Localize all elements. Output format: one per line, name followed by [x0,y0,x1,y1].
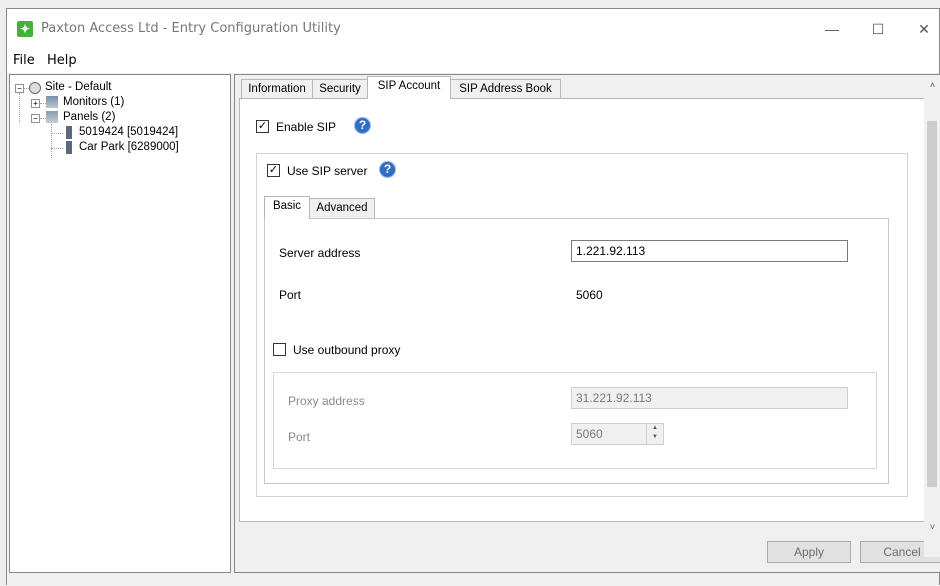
globe-icon [29,82,41,94]
title-bar: ✦ Paxton Access Ltd - Entry Configuratio… [7,9,939,49]
panels-icon [46,111,58,123]
apply-button[interactable]: Apply [767,541,851,563]
collapse-panels-expander[interactable]: − [31,114,40,123]
enable-sip-checkbox[interactable]: ✓ [256,120,269,133]
help-icon[interactable]: ? [354,117,371,134]
tree-node-panel-1[interactable]: 5019424 [5019424] [79,126,178,138]
proxy-port-value: 5060 [576,427,603,441]
collapse-site-expander[interactable]: − [15,84,24,93]
status-bar [7,575,939,586]
tab-basic[interactable]: Basic [264,196,310,219]
tab-sip-account[interactable]: SIP Account [367,76,451,99]
stepper-arrows-icon: ▲ ▼ [646,424,663,444]
maximize-button[interactable]: ☐ [858,15,898,43]
outbound-proxy-checkbox[interactable] [273,343,286,356]
menu-help[interactable]: Help [47,53,77,68]
minimize-button[interactable]: — [812,15,852,43]
scroll-up-icon[interactable]: ˄ [924,77,940,93]
enable-sip-label: Enable SIP [276,120,337,134]
tree-node-panels[interactable]: Panels (2) [63,111,115,123]
menu-bar: File Help [7,49,939,73]
outbound-proxy-label: Use outbound proxy [293,343,401,357]
panel-device-icon [66,141,72,154]
tab-information[interactable]: Information [241,79,313,98]
proxy-port-label: Port [288,430,311,444]
menu-file[interactable]: File [13,53,35,68]
use-sip-server-checkbox[interactable]: ✓ [267,164,280,177]
sip-server-group: ✓ Use SIP server ? Basic Advanced Server… [256,153,908,497]
proxy-port-stepper: 5060 ▲ ▼ [571,423,664,445]
tab-security[interactable]: Security [312,79,368,98]
server-address-input[interactable]: 1.221.92.113 [571,240,848,262]
site-tree[interactable]: − Site - Default + Monitors (1) − Panels… [9,74,231,573]
tree-node-monitors[interactable]: Monitors (1) [63,96,124,108]
tree-node-site[interactable]: Site - Default [45,81,111,93]
sip-account-page: ✓ Enable SIP ? ✓ Use SIP server ? Basic … [239,98,938,522]
panel-device-icon [66,126,72,139]
basic-tab-page: Server address 1.221.92.113 Port 5060 Us… [264,218,889,484]
settings-pane: Information Security SIP Account SIP Add… [234,74,940,573]
tree-node-panel-2[interactable]: Car Park [6289000] [79,141,179,153]
expand-monitors-expander[interactable]: + [31,99,40,108]
app-icon: ✦ [17,21,33,37]
scroll-thumb[interactable] [927,121,937,487]
proxy-settings-group: Proxy address 31.221.92.113 Port 5060 ▲ ▼ [273,372,877,469]
proxy-address-input: 31.221.92.113 [571,387,848,409]
proxy-address-label: Proxy address [288,394,365,408]
tab-sip-address-book[interactable]: SIP Address Book [450,79,561,98]
close-button[interactable]: ✕ [904,15,940,43]
port-label: Port [279,288,302,302]
monitor-icon [46,96,58,108]
use-sip-server-label: Use SIP server [287,164,368,178]
scroll-down-icon[interactable]: ˅ [924,519,940,535]
help-icon[interactable]: ? [379,161,396,178]
port-value: 5060 [576,288,603,302]
server-address-label: Server address [279,246,361,260]
window-title: Paxton Access Ltd - Entry Configuration … [41,21,341,36]
app-window: ✦ Paxton Access Ltd - Entry Configuratio… [6,8,940,586]
vertical-scrollbar[interactable]: ˄ ˅ [924,77,940,557]
tab-advanced[interactable]: Advanced [309,198,375,218]
